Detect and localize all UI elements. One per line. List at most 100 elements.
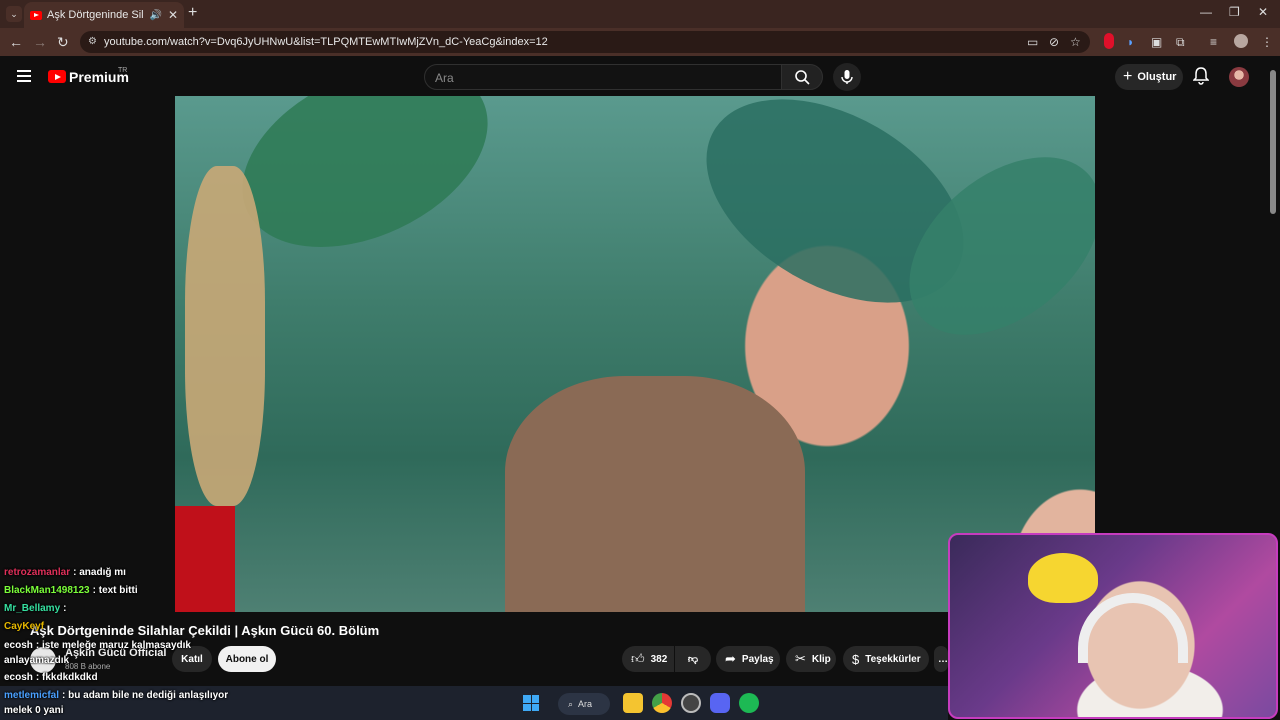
extensions-puzzle-icon[interactable]: ⧉ [1176, 35, 1185, 50]
spotify-taskbar-icon[interactable] [739, 693, 759, 713]
youtube-logo-icon[interactable] [48, 70, 66, 83]
page-scrollbar[interactable] [1270, 70, 1276, 214]
discord-taskbar-icon[interactable] [710, 693, 730, 713]
chat-message: metlemicfal: bu adam bile ne dediği anla… [4, 690, 228, 701]
speaker-icon[interactable]: 🔊 [149, 10, 161, 21]
more-actions-button[interactable]: … [934, 646, 948, 672]
chat-text: : iste meleğe maruz kalmasaydık [35, 640, 191, 651]
reload-button[interactable]: ↻ [57, 34, 69, 51]
subscriber-count: 808 B abone [65, 662, 111, 671]
install-app-icon[interactable]: ▭ [1027, 35, 1038, 49]
video-frame-person-left [185, 166, 265, 506]
scissors-icon: ✂ [795, 651, 806, 666]
dislike-button[interactable]: 👎︎ [675, 646, 711, 672]
clip-button[interactable]: ✂ Klip [786, 646, 836, 672]
region-code: TR [118, 67, 128, 74]
voice-search-button[interactable] [833, 63, 861, 91]
share-arrow-icon: ➦ [725, 651, 736, 666]
chat-message: retrozamanlar: anadığ mı [4, 567, 126, 578]
microphone-icon [841, 70, 853, 84]
share-button[interactable]: ➦ Paylaş [716, 646, 780, 672]
tab-title: Aşk Dörtgeninde Silahlar Ç [47, 9, 144, 21]
obs-taskbar-icon[interactable] [681, 693, 701, 713]
chat-message: CayKeyf [4, 621, 47, 632]
chat-text: melek 0 yani [4, 705, 64, 716]
tracking-protection-icon[interactable]: ⊘ [1049, 35, 1059, 49]
thanks-label: Teşekkürler [865, 653, 921, 665]
like-count: 382 [650, 653, 668, 665]
windows-start-icon[interactable] [523, 695, 539, 711]
search-button[interactable] [781, 64, 823, 90]
webcam-headset [1078, 593, 1188, 663]
more-icon: … [938, 653, 948, 665]
chat-username: metlemicfal [4, 690, 60, 701]
chat-message: BlackMan1498123: text bitti [4, 585, 138, 596]
tab-search-button[interactable]: ⌄ [6, 6, 22, 22]
extension-audio-icon[interactable]: ◗ [1127, 35, 1134, 49]
chat-username: ecosh [4, 640, 33, 651]
thanks-heart-icon: $ [852, 651, 860, 667]
site-info-icon[interactable]: ⚙ [88, 36, 97, 47]
notifications-bell-icon[interactable] [1192, 67, 1210, 90]
chat-text: : [63, 603, 67, 614]
search-input[interactable]: Ara [424, 64, 782, 90]
video-frame-red-top [175, 506, 235, 612]
webcam-pikachu-plush [1028, 553, 1098, 603]
subscribe-button[interactable]: Abone ol [218, 646, 276, 672]
chat-text: : text bitti [92, 585, 138, 596]
back-button[interactable]: ← [9, 34, 23, 50]
chat-text: : fkkdkdkdkd [35, 672, 98, 683]
chat-message: ecosh: fkkdkdkdkd [4, 672, 98, 683]
webcam-overlay [948, 533, 1278, 719]
like-button[interactable]: 👍︎ 382 [622, 646, 674, 672]
extension-icon[interactable]: ▣ [1151, 35, 1162, 49]
window-close-button[interactable]: ✕ [1258, 5, 1268, 19]
plus-icon: + [1123, 68, 1133, 85]
chat-username: ecosh [4, 672, 33, 683]
browser-tab-active[interactable]: Aşk Dörtgeninde Silahlar Ç 🔊 ✕ [24, 2, 184, 28]
chat-username: CayKeyf [4, 621, 45, 632]
extension-red-icon[interactable] [1104, 33, 1114, 49]
bookmark-star-icon[interactable]: ☆ [1070, 35, 1081, 49]
maximize-button[interactable]: ❐ [1229, 5, 1240, 19]
account-avatar[interactable] [1229, 67, 1249, 87]
search-icon [795, 70, 810, 85]
taskbar-search-label: Ara [578, 699, 593, 709]
thumbs-down-icon: 👎︎ [687, 654, 699, 665]
clip-label: Klip [811, 653, 831, 665]
chat-text: : anadığ mı [73, 567, 126, 578]
video-frame-brown-dress [505, 376, 805, 612]
chrome-menu-icon[interactable]: ⋮ [1261, 35, 1273, 49]
chat-message: anlayamazdık [4, 655, 69, 666]
browser-toolbar: ← → ↻ ⚙ youtube.com/watch?v=Dvq6JyUHNwU&… [0, 28, 1280, 56]
minimize-button[interactable]: — [1200, 5, 1212, 19]
create-label: Oluştur [1137, 71, 1177, 83]
chat-message: Mr_Bellamy: [4, 603, 66, 614]
thumbs-up-icon: 👍︎ [631, 651, 645, 666]
chrome-taskbar-icon[interactable] [652, 693, 672, 713]
youtube-favicon-icon [30, 10, 42, 20]
media-control-icon[interactable]: ≡ [1210, 35, 1217, 49]
video-title: Aşk Dörtgeninde Silahlar Çekildi | Aşkın… [30, 623, 380, 638]
address-bar[interactable]: ⚙ youtube.com/watch?v=Dvq6JyUHNwU&list=T… [80, 31, 1090, 53]
chat-username: BlackMan1498123 [4, 585, 90, 596]
chat-message: melek 0 yani [4, 705, 63, 716]
chat-text: : bu adam bile ne dediği anlaşılıyor [62, 690, 229, 701]
thanks-button[interactable]: $ Teşekkürler [843, 646, 929, 672]
url-text: youtube.com/watch?v=Dvq6JyUHNwU&list=TLP… [104, 36, 548, 48]
tab-close-icon[interactable]: ✕ [168, 8, 178, 22]
youtube-masthead: Premium TR Ara + Oluştur [0, 56, 1280, 96]
new-tab-button[interactable]: + [188, 4, 197, 22]
hamburger-menu-icon[interactable] [17, 70, 31, 82]
create-button[interactable]: + Oluştur [1115, 64, 1183, 90]
chat-username: retrozamanlar [4, 567, 71, 578]
chrome-profile-avatar[interactable] [1234, 34, 1248, 48]
chat-message: ecosh: iste meleğe maruz kalmasaydık [4, 640, 191, 651]
chat-username: Mr_Bellamy [4, 603, 61, 614]
chat-text: anlayamazdık [4, 655, 70, 666]
file-explorer-icon[interactable] [623, 693, 643, 713]
taskbar-search-icon: ⌕ [568, 698, 574, 709]
browser-tab-strip: ⌄ Aşk Dörtgeninde Silahlar Ç 🔊 ✕ + — ❐ ✕ [0, 0, 1280, 28]
forward-button[interactable]: → [33, 34, 47, 50]
taskbar-search[interactable]: ⌕ Ara [558, 693, 610, 715]
